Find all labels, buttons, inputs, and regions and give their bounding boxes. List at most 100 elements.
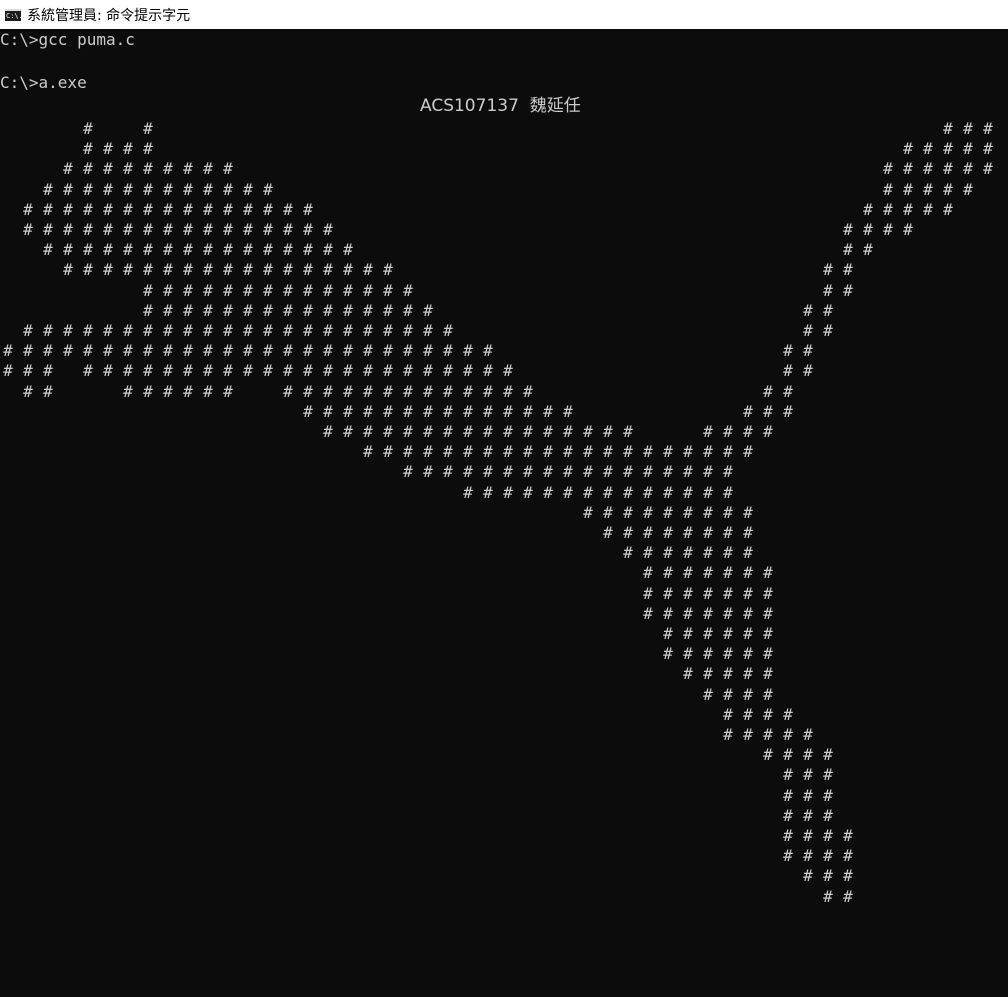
art-glyph: # — [703, 644, 713, 664]
art-glyph: # — [43, 381, 53, 401]
art-glyph: # — [443, 341, 453, 361]
art-glyph: # — [723, 442, 733, 462]
art-glyph: # — [723, 462, 733, 482]
art-glyph: # — [663, 442, 673, 462]
art-glyph: # — [963, 139, 973, 159]
art-glyph: # — [723, 502, 733, 522]
art-glyph: # — [643, 603, 653, 623]
art-glyph: # — [703, 422, 713, 441]
art-glyph: # — [43, 220, 53, 239]
art-glyph: # — [843, 280, 853, 300]
art-glyph: # — [143, 381, 153, 401]
art-glyph: # — [323, 341, 333, 361]
art-glyph: # — [403, 300, 413, 320]
art-glyph: # — [343, 321, 353, 340]
art-glyph: # — [743, 725, 753, 744]
art-glyph: # — [363, 422, 373, 441]
art-glyph: # — [523, 442, 533, 462]
art-glyph: # — [243, 341, 253, 361]
art-glyph: # — [763, 624, 773, 643]
art-glyph: # — [303, 361, 313, 381]
art-glyph: # — [103, 179, 113, 199]
art-glyph: # — [223, 240, 233, 260]
art-glyph: # — [83, 139, 93, 159]
art-glyph: # — [723, 603, 733, 623]
art-glyph: # — [263, 321, 273, 340]
art-glyph: # — [703, 603, 713, 623]
art-glyph: # — [83, 179, 93, 199]
art-glyph: # — [63, 341, 73, 361]
art-glyph: # — [243, 361, 253, 381]
art-glyph: # — [763, 401, 773, 421]
art-glyph: # — [723, 644, 733, 664]
art-glyph: # — [283, 260, 293, 280]
art-glyph: # — [683, 624, 693, 643]
art-glyph: # — [563, 462, 573, 482]
art-glyph: # — [263, 341, 273, 361]
art-glyph: # — [883, 199, 893, 219]
art-glyph: # — [423, 341, 433, 361]
art-glyph: # — [823, 866, 833, 886]
art-glyph: # — [183, 381, 193, 401]
art-glyph: # — [163, 361, 173, 381]
art-glyph: # — [143, 119, 153, 138]
art-glyph: # — [203, 199, 213, 219]
art-glyph: # — [543, 401, 553, 421]
art-glyph: # — [823, 260, 833, 280]
art-glyph: # — [143, 361, 153, 381]
art-glyph: # — [663, 523, 673, 542]
art-glyph: # — [243, 179, 253, 199]
art-glyph: # — [303, 341, 313, 361]
window-title: 系統管理員: 命令提示字元 — [27, 7, 191, 24]
art-glyph: # — [423, 321, 433, 340]
art-glyph: # — [843, 846, 853, 866]
art-glyph: # — [143, 159, 153, 179]
art-glyph: # — [763, 704, 773, 724]
art-glyph: # — [783, 785, 793, 805]
art-glyph: # — [883, 220, 893, 239]
art-glyph: # — [423, 361, 433, 381]
console-output[interactable]: C:\>gcc puma.c C:\>a.exe ACS107137 魏延任 #… — [0, 29, 1008, 997]
art-glyph: # — [103, 341, 113, 361]
art-glyph: # — [343, 240, 353, 260]
art-glyph: # — [583, 422, 593, 441]
art-glyph: # — [223, 280, 233, 300]
art-glyph: # — [603, 502, 613, 522]
art-glyph: # — [763, 684, 773, 704]
art-glyph: # — [663, 644, 673, 664]
art-glyph: # — [963, 159, 973, 179]
art-glyph: # — [83, 159, 93, 179]
art-glyph: # — [63, 321, 73, 340]
art-glyph: # — [603, 442, 613, 462]
art-glyph: # — [123, 361, 133, 381]
art-glyph: # — [183, 280, 193, 300]
art-glyph: # — [523, 482, 533, 502]
art-glyph: # — [423, 300, 433, 320]
art-glyph: # — [743, 401, 753, 421]
art-glyph: # — [623, 502, 633, 522]
art-glyph: # — [103, 159, 113, 179]
art-glyph: # — [823, 321, 833, 340]
art-glyph: # — [583, 462, 593, 482]
art-glyph: # — [703, 502, 713, 522]
art-glyph: # — [3, 341, 13, 361]
art-glyph: # — [643, 523, 653, 542]
art-glyph: # — [803, 725, 813, 744]
art-glyph: # — [383, 260, 393, 280]
art-glyph: # — [223, 300, 233, 320]
title-bar[interactable]: C:\. 系統管理員: 命令提示字元 — [0, 0, 1008, 29]
art-glyph: # — [543, 462, 553, 482]
art-glyph: # — [63, 179, 73, 199]
art-glyph: # — [243, 280, 253, 300]
art-glyph: # — [903, 179, 913, 199]
art-glyph: # — [783, 765, 793, 785]
art-glyph: # — [83, 361, 93, 381]
art-glyph: # — [623, 523, 633, 542]
art-glyph: # — [143, 220, 153, 239]
art-glyph: # — [843, 826, 853, 845]
art-glyph: # — [763, 583, 773, 603]
art-glyph: # — [743, 583, 753, 603]
art-glyph: # — [443, 381, 453, 401]
art-glyph: # — [243, 220, 253, 239]
art-glyph: # — [943, 179, 953, 199]
